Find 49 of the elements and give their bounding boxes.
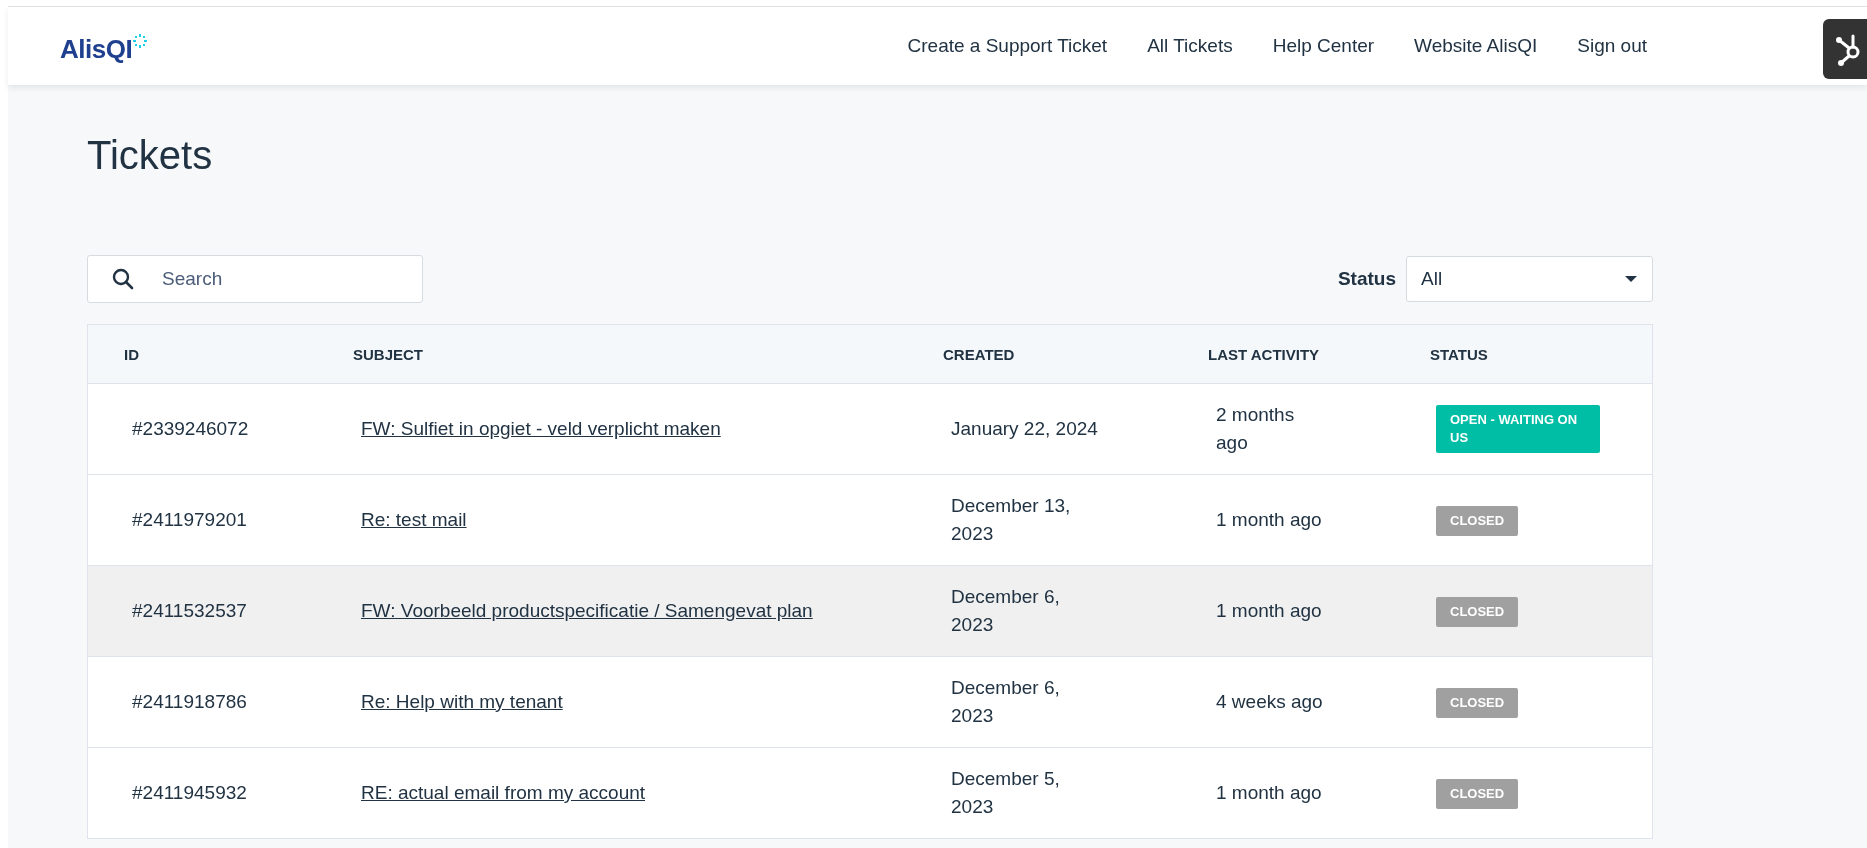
status-badge: CLOSED [1436,596,1519,627]
last-activity: 1 month ago [1216,599,1323,623]
chat-button[interactable] [1823,19,1867,79]
last-activity: 4 weeks ago [1216,690,1324,714]
nav-link[interactable]: Create a Support Ticket [907,35,1108,57]
nav-link[interactable]: All Tickets [1147,35,1233,57]
status-badge: CLOSED [1436,687,1519,718]
search-icon [112,268,134,290]
status-label: Status [1337,268,1396,290]
search-field[interactable]: Search [87,255,423,303]
subject-link[interactable]: FW: Sulfiet in opgiet - veld verplicht maken [361,415,721,443]
ticket-id: #2411532537 [132,599,247,623]
created-date: December 5, 2023 [951,767,1061,819]
subject-link[interactable]: Re: Help with my tenant [361,688,563,716]
column-header: SUBJECT [353,345,423,363]
column-header: STATUS [1430,345,1488,363]
last-activity: 2 months ago [1216,403,1296,455]
created-date: January 22, 2024 [951,417,1099,441]
sparkle-icon [133,33,148,48]
last-activity: 1 month ago [1216,508,1323,532]
sprocket-icon [1835,32,1861,66]
ticket-id: #2339246072 [132,417,249,441]
status-badge: CLOSED [1436,505,1519,536]
table-row[interactable]: #2411979201 Re: test mail December 13, 2023 1 month ago CLOSED [87,474,1653,566]
nav-link[interactable]: Help Center [1272,35,1375,57]
ticket-id: #2411945932 [132,781,247,805]
column-header: ID [124,345,139,363]
subject-link[interactable]: RE: actual email from my account [361,779,646,807]
table-row[interactable]: #2339246072 FW: Sulfiet in opgiet - veld verplicht maken January 22, 2024 2 months ago OPEN - WAITING ON US [87,383,1653,475]
nav-link[interactable]: Website AlisQI [1414,35,1538,57]
last-activity: 1 month ago [1216,781,1323,805]
created-date: December 6, 2023 [951,676,1061,728]
table-row[interactable]: #2411532537 FW: Voorbeeld productspecificatie / Samengevat plan December 6, 2023 1 month ago CLOSED [87,565,1653,657]
status-badge: OPEN - WAITING ON US [1436,405,1600,453]
logo[interactable]: AlisQI [60,33,133,65]
status-dropdown[interactable]: All [1406,256,1653,302]
created-date: December 6, 2023 [951,585,1061,637]
table-row[interactable]: #2411945932 RE: actual email from my account December 5, 2023 1 month ago CLOSED [87,747,1653,839]
created-date: December 13, 2023 [951,494,1072,546]
subject-link[interactable]: Re: test mail [361,506,467,534]
column-header: CREATED [943,345,1015,363]
caret-icon [1624,275,1638,283]
status-badge: CLOSED [1436,778,1519,809]
page-title: Tickets [87,132,214,179]
ticket-id: #2411918786 [132,690,247,714]
table-row[interactable]: #2411918786 Re: Help with my tenant December 6, 2023 4 weeks ago CLOSED [87,656,1653,748]
ticket-id: #2411979201 [132,508,247,532]
nav-link[interactable]: Sign out [1577,35,1647,57]
column-header: LAST ACTIVITY [1208,345,1320,363]
